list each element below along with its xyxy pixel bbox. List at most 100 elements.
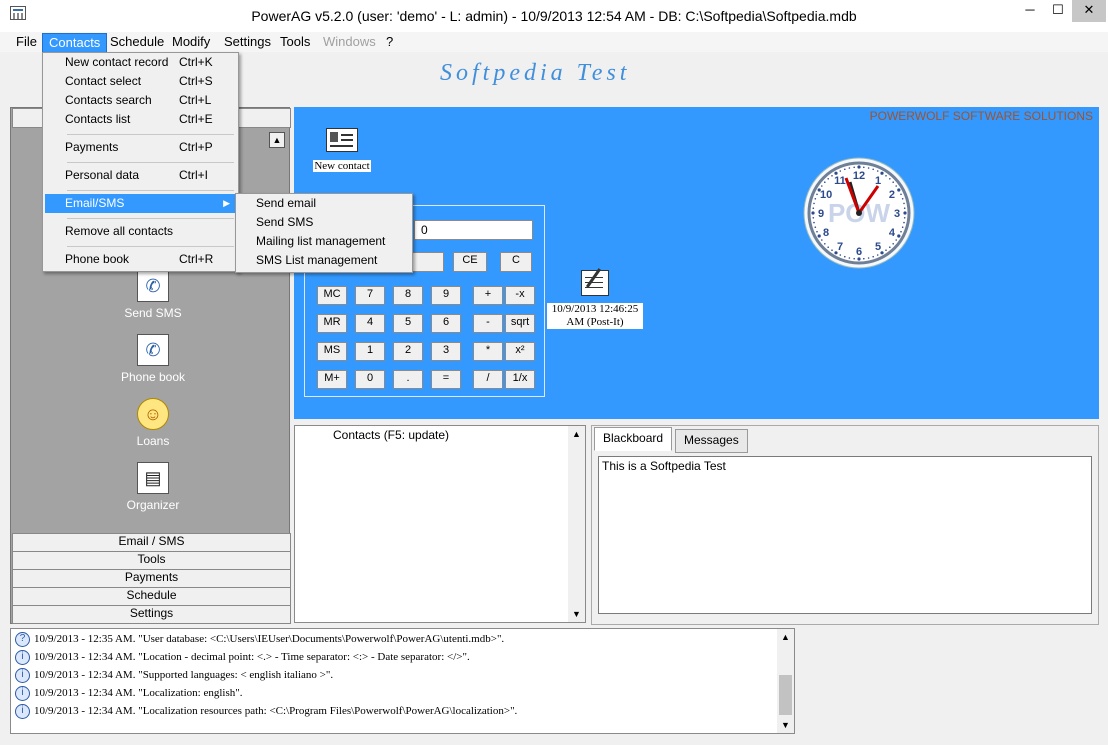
calc-key-7[interactable]: 7 — [355, 286, 385, 305]
tab-blackboard[interactable]: Blackboard — [594, 427, 673, 451]
menu-tools[interactable]: Tools — [274, 33, 316, 51]
calc-key-minus[interactable]: - — [473, 314, 503, 333]
postit-icon — [581, 268, 609, 296]
clock-tick — [895, 185, 897, 187]
menu-modify[interactable]: Modify — [166, 33, 216, 51]
clock-face: 123456789101112 POW — [803, 157, 915, 269]
menu-item-email-sms[interactable]: Email/SMS ▶ — [45, 194, 236, 213]
clock-tick — [839, 254, 842, 256]
section-payments[interactable]: Payments — [12, 569, 291, 588]
phone-book-item[interactable]: ✆ Phone book — [111, 334, 195, 384]
submenu-mailing-list[interactable]: Mailing list management — [238, 232, 410, 251]
section-email-sms[interactable]: Email / SMS — [12, 533, 291, 552]
menu-item-payments[interactable]: Payments Ctrl+P — [45, 138, 236, 157]
calc-key-2[interactable]: 2 — [393, 342, 423, 361]
new-contact-shortcut[interactable]: New contact — [310, 128, 374, 172]
calc-key-neg[interactable]: -x — [505, 286, 535, 305]
calc-key-ms[interactable]: MS — [317, 342, 347, 361]
menu-schedule[interactable]: Schedule — [104, 33, 170, 51]
menu-file[interactable]: File — [10, 33, 43, 51]
calc-key-6[interactable]: 6 — [431, 314, 461, 333]
calc-key-mul[interactable]: * — [473, 342, 503, 361]
log-line: i 10/9/2013 - 12:34 AM. "Localization: en… — [15, 684, 242, 702]
section-schedule[interactable]: Schedule — [12, 587, 291, 606]
scroll-up-button[interactable]: ▲ — [269, 132, 285, 148]
clock-tick — [897, 234, 901, 238]
clock-tick — [876, 170, 879, 172]
calc-key-0[interactable]: 0 — [355, 370, 385, 389]
menu-item-remove-all-contacts[interactable]: Remove all contacts — [45, 222, 236, 241]
section-tools[interactable]: Tools — [12, 551, 291, 570]
loans-item[interactable]: ☺ Loans — [111, 398, 195, 448]
phone-book-label: Phone book — [120, 370, 186, 384]
calc-key-9[interactable]: 9 — [431, 286, 461, 305]
menu-windows[interactable]: Windows — [317, 33, 382, 51]
clock-numeral: 1 — [875, 175, 881, 187]
calc-key-div[interactable]: / — [473, 370, 503, 389]
menu-item-phone-book[interactable]: Phone book Ctrl+R — [45, 250, 236, 269]
clock-tick — [880, 171, 884, 175]
menu-item-contact-select[interactable]: Contact select Ctrl+S — [45, 72, 236, 91]
clock-tick — [827, 246, 829, 248]
send-sms-label: Send SMS — [124, 306, 182, 320]
calc-key-4[interactable]: 4 — [355, 314, 385, 333]
clock-tick — [903, 202, 905, 205]
submenu-send-email[interactable]: Send email — [238, 194, 410, 213]
clock-tick — [824, 181, 826, 183]
clock-tick — [816, 193, 818, 196]
clock-tick — [827, 178, 829, 180]
clock-tick — [863, 257, 865, 260]
contacts-scrollbar[interactable]: ▲ ▼ — [568, 426, 585, 622]
calc-key-plus[interactable]: + — [473, 286, 503, 305]
calc-key-sqrt[interactable]: sqrt — [505, 314, 535, 333]
maximize-button[interactable]: ☐ — [1044, 0, 1072, 22]
calc-key-blank[interactable] — [410, 252, 444, 272]
organizer-label: Organizer — [126, 498, 180, 512]
clock-numeral: 3 — [894, 208, 900, 220]
calc-key-mr[interactable]: MR — [317, 314, 347, 333]
calc-key-c[interactable]: C — [500, 252, 532, 272]
clock-tick — [817, 234, 821, 238]
calc-key-mplus[interactable]: M+ — [317, 370, 347, 389]
menu-item-contacts-list[interactable]: Contacts list Ctrl+E — [45, 110, 236, 129]
postit-shortcut[interactable]: 10/9/2013 12:46:25 AM (Post-It) — [547, 268, 643, 329]
calc-key-eq[interactable]: = — [431, 370, 461, 389]
menu-settings[interactable]: Settings — [218, 33, 277, 51]
clock-tick — [903, 211, 907, 215]
clock-tick — [901, 198, 904, 200]
info-icon: i — [15, 649, 30, 665]
calc-key-inv[interactable]: 1/x — [505, 370, 535, 389]
calc-key-ce[interactable]: CE — [453, 252, 487, 272]
calc-key-5[interactable]: 5 — [393, 314, 423, 333]
clock-numeral: 4 — [889, 227, 896, 239]
menu-item-new-contact-record[interactable]: New contact record Ctrl+K — [45, 53, 236, 72]
clock-numeral: 7 — [837, 241, 843, 253]
section-settings[interactable]: Settings — [12, 605, 291, 624]
submenu-sms-list[interactable]: SMS List management — [238, 251, 410, 270]
tab-messages[interactable]: Messages — [675, 429, 748, 453]
calc-key-3[interactable]: 3 — [431, 342, 461, 361]
clock-tick — [897, 188, 901, 192]
log-scrollbar[interactable]: ▲ ▼ — [777, 629, 794, 733]
calc-key-sq[interactable]: x² — [505, 342, 535, 361]
close-button[interactable]: ✕ — [1072, 0, 1106, 22]
menu-item-contacts-search[interactable]: Contacts search Ctrl+L — [45, 91, 236, 110]
clock-tick — [844, 168, 846, 171]
menu-contacts[interactable]: Contacts — [42, 33, 108, 53]
menu-help[interactable]: ? — [380, 33, 399, 51]
window-title: PowerAG v5.2.0 (user: 'demo' - L: admin)… — [251, 8, 857, 24]
clock-tick — [885, 175, 887, 177]
organizer-item[interactable]: ▤ Organizer — [111, 462, 195, 512]
blackboard-text[interactable]: This is a Softpedia Test — [598, 456, 1092, 614]
send-sms-item[interactable]: ✆ Send SMS — [111, 270, 195, 320]
calc-key-dot[interactable]: . — [393, 370, 423, 389]
submenu-send-sms[interactable]: Send SMS — [238, 213, 410, 232]
calc-key-mc[interactable]: MC — [317, 286, 347, 305]
clock-tick — [812, 217, 815, 219]
minimize-button[interactable]: ─ — [1016, 0, 1044, 22]
clock-tick — [816, 230, 818, 233]
calc-key-1[interactable]: 1 — [355, 342, 385, 361]
calc-key-8[interactable]: 8 — [393, 286, 423, 305]
menu-item-personal-data[interactable]: Personal data Ctrl+I — [45, 166, 236, 185]
title-bar: PowerAG v5.2.0 (user: 'demo' - L: admin)… — [0, 0, 1108, 32]
